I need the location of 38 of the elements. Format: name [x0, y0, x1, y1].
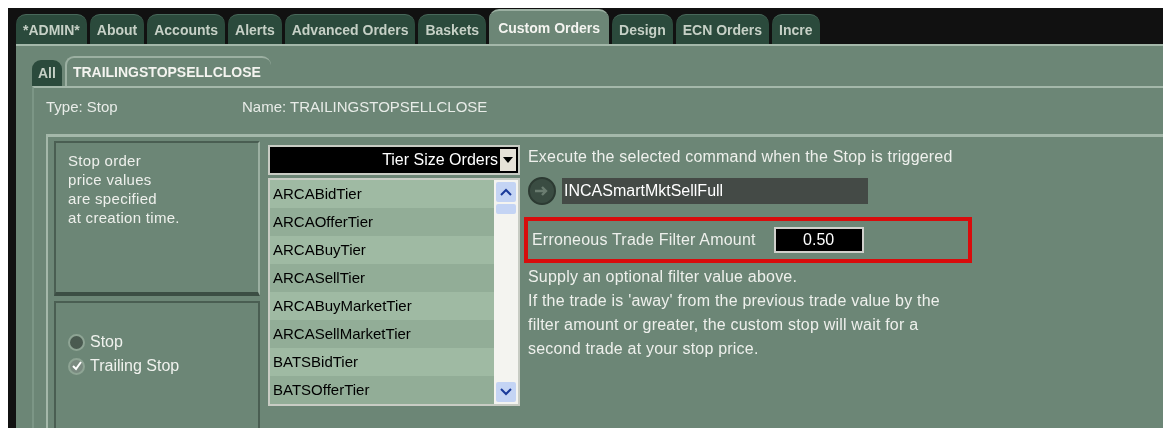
- scrollbar[interactable]: [494, 180, 518, 404]
- selected-command-field[interactable]: INCASmartMktSellFull: [562, 178, 868, 204]
- list-item[interactable]: BATSOfferTier: [270, 376, 494, 404]
- category-dropdown[interactable]: Tier Size Orders: [268, 145, 520, 175]
- help-text: filter amount or greater, the custom stop will wait for a: [528, 315, 920, 335]
- tab[interactable]: Incre: [772, 14, 820, 44]
- arrow-button[interactable]: [528, 177, 556, 205]
- radio-button[interactable]: [68, 333, 85, 351]
- list-item[interactable]: ARCASellTier: [270, 264, 494, 292]
- filter-label: Erroneous Trade Filter Amount: [532, 230, 756, 250]
- tab[interactable]: Accounts: [147, 14, 225, 44]
- tab[interactable]: *ADMIN*: [16, 14, 87, 44]
- tab[interactable]: TRAILINGSTOPSELLCLOSE: [64, 56, 271, 86]
- scroll-thumb[interactable]: [496, 204, 516, 214]
- filter-amount-field[interactable]: 0.50: [773, 227, 864, 253]
- help-text: second trade at your stop price.: [528, 339, 760, 359]
- radio-button[interactable]: [68, 357, 85, 375]
- radio-label: Stop: [90, 333, 123, 351]
- name-label: Name: TRAILINGSTOPSELLCLOSE: [242, 98, 488, 117]
- arrow-icon: [534, 185, 550, 197]
- tab[interactable]: All: [32, 60, 62, 86]
- tab[interactable]: Baskets: [418, 14, 487, 44]
- list-item[interactable]: ARCAOfferTier: [270, 208, 494, 236]
- tab[interactable]: Advanced Orders: [284, 14, 416, 44]
- radio-label: Trailing Stop: [90, 357, 180, 375]
- tab[interactable]: Design: [612, 14, 673, 44]
- type-label: Type: Stop: [46, 98, 119, 117]
- tab[interactable]: Alerts: [228, 14, 282, 44]
- tab[interactable]: Custom Orders: [489, 9, 610, 44]
- description-text: Stop order price values are specified at creation time.: [68, 151, 181, 227]
- help-text: If the trade is 'away' from the previous trade value by the: [528, 291, 941, 311]
- list-item[interactable]: ARCASellMarketTier: [270, 320, 494, 348]
- tab[interactable]: About: [89, 14, 145, 44]
- help-text: Supply an optional filter value above.: [528, 267, 799, 287]
- scroll-down-icon[interactable]: [496, 382, 516, 402]
- scroll-up-icon[interactable]: [496, 182, 516, 202]
- tab[interactable]: ECN Orders: [675, 14, 770, 44]
- instruction-text: Execute the selected command when the Stop is triggered: [528, 147, 954, 167]
